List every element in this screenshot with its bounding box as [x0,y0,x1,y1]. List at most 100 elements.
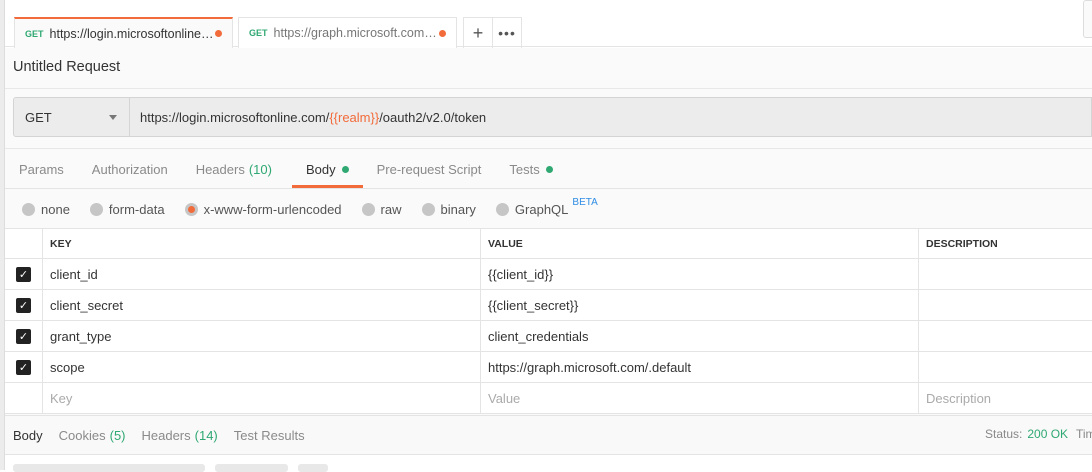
checkbox-cell: ✓ [5,352,43,382]
radio-graphql[interactable]: GraphQL BETA [495,197,598,217]
key-input[interactable]: Key [43,383,481,413]
unsaved-dot-icon [215,30,222,37]
tab-prerequest-script[interactable]: Pre-request Script [363,150,496,188]
radio-label: x-www-form-urlencoded [203,201,342,217]
tab-label: Pre-request Script [376,161,482,177]
status-label: Status: [985,427,1023,441]
radio-icon [89,202,103,216]
radio-form-data[interactable]: form-data [89,202,165,217]
description-cell[interactable] [919,321,1092,351]
unsaved-dot-icon [439,29,446,37]
url-suffix: /oauth2/v2.0/token [379,109,487,125]
description-input[interactable]: Description [919,383,1092,413]
request-title[interactable]: Untitled Request [13,59,120,75]
description-cell[interactable] [919,290,1092,320]
tab-label: Headers [195,161,245,177]
url-bar: GET https://login.microsoftonline.com/{{… [13,97,1092,137]
radio-urlencoded[interactable]: x-www-form-urlencoded [184,201,342,217]
table-row: ✓ client_id {{client_id}} [5,259,1092,290]
table-row: ✓ scope https://graph.microsoft.com/.def… [5,352,1092,383]
response-tab-test-results[interactable]: Test Results [226,415,313,455]
more-tabs-button[interactable]: ••• [492,18,521,48]
divider [5,88,1092,89]
checkbox[interactable]: ✓ [16,328,31,344]
url-prefix: https://login.microsoftonline.com/ [140,109,330,125]
radio-icon [495,202,509,216]
tab-url: https://login.microsoftonline.co... [49,26,215,41]
tab-authorization[interactable]: Authorization [78,150,182,188]
description-cell[interactable] [919,259,1092,289]
headers-count: (14) [194,427,218,443]
tab-label: Cookies [58,427,106,443]
tab-tests[interactable]: Tests [495,150,566,188]
tab-method: GET [25,28,44,39]
tab-label: Body [305,161,336,177]
checkbox[interactable]: ✓ [16,359,31,375]
checkbox-cell [5,383,43,413]
response-toolbar-button[interactable] [298,464,328,472]
tab-label: Tests [509,161,540,177]
value-cell[interactable]: https://graph.microsoft.com/.default [481,352,919,382]
tab-body[interactable]: Body [291,150,363,188]
response-tab-body[interactable]: Body [5,415,51,455]
tab-method: GET [249,28,268,38]
request-tabs: Params Authorization Headers (10) Body Pr… [5,150,567,188]
key-cell[interactable]: grant_type [43,321,481,351]
value-input[interactable]: Value [481,383,919,413]
response-toolbar-button[interactable] [13,464,205,472]
checkbox-cell: ✓ [5,321,43,351]
radio-label: none [41,201,70,217]
beta-badge: BETA [572,196,598,208]
cookies-count: (5) [109,427,126,443]
response-tabs: Body Cookies (5) Headers (14) Test Results [5,415,313,455]
table-row-new: Key Value Description [5,383,1092,414]
checkbox[interactable]: ✓ [16,266,31,282]
value-cell[interactable]: {{client_id}} [481,259,919,289]
response-time: Tim [1076,427,1092,441]
tab-params[interactable]: Params [5,150,78,188]
checkbox-cell: ✓ [5,290,43,320]
tab-label: Params [19,161,64,177]
radio-icon [22,202,35,216]
status-value: 200 OK [1027,427,1069,441]
key-cell[interactable]: scope [43,352,481,382]
tab-actions: + ••• [463,17,522,48]
new-tab-button[interactable]: + [464,18,492,48]
value-cell[interactable]: client_credentials [481,321,919,351]
url-input[interactable]: https://login.microsoftonline.com/{{real… [130,98,486,136]
description-cell[interactable] [919,352,1092,382]
key-cell[interactable]: client_secret [43,290,481,320]
checkbox-cell: ✓ [5,259,43,289]
header-key: KEY [43,229,481,258]
status-dot-icon [341,165,349,173]
side-panel-button[interactable] [1083,0,1092,38]
tab-label: Headers [141,427,191,443]
radio-binary[interactable]: binary [421,201,476,217]
method-select[interactable]: GET [14,98,130,136]
checkbox[interactable]: ✓ [16,297,31,313]
header-checkbox-col [5,229,43,258]
table-row: ✓ grant_type client_credentials [5,321,1092,352]
tab-headers[interactable]: Headers (10) [182,150,286,188]
response-tab-headers[interactable]: Headers (14) [134,415,226,455]
radio-label: GraphQL [514,201,569,217]
request-tab-2[interactable]: GET https://graph.microsoft.com/v1... [238,17,457,48]
radio-selected-icon [184,202,198,216]
params-table: KEY VALUE DESCRIPTION ✓ client_id {{clie… [5,228,1092,414]
response-tab-cookies[interactable]: Cookies (5) [51,415,134,455]
radio-none[interactable]: none [22,202,70,217]
tab-url: https://graph.microsoft.com/v1... [273,26,439,40]
value-cell[interactable]: {{client_secret}} [481,290,919,320]
request-tab-1[interactable]: GET https://login.microsoftonline.co... [14,17,233,48]
response-status: Status: 200 OK [985,427,1068,441]
table-row: ✓ client_secret {{client_secret}} [5,290,1092,321]
radio-label: binary [440,201,476,217]
headers-count: (10) [248,161,272,177]
body-mode-radios: none form-data x-www-form-urlencoded raw… [22,197,618,220]
response-toolbar-button[interactable] [215,464,288,472]
key-cell[interactable]: client_id [43,259,481,289]
tab-label: Authorization [91,161,168,177]
url-variable: {{realm}} [329,109,380,125]
header-value: VALUE [481,229,919,258]
radio-raw[interactable]: raw [361,202,402,217]
